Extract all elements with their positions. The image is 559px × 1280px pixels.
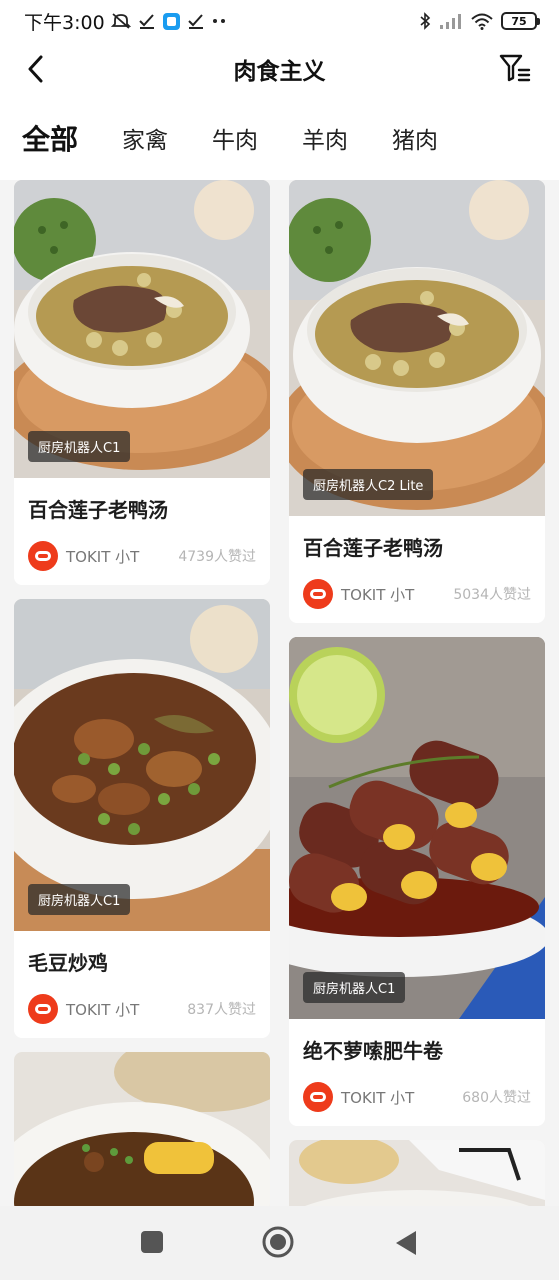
battery-indicator: 75 (501, 12, 540, 30)
tab-poultry[interactable]: 家禽 (122, 121, 168, 155)
home-button[interactable] (262, 1226, 294, 1262)
recipe-meta: TOKIT 小T 5034人赞过 (303, 579, 531, 609)
author-name: TOKIT 小T (341, 585, 415, 604)
like-count: 837人赞过 (187, 1002, 256, 1018)
author-name: TOKIT 小T (66, 1000, 140, 1019)
signal-icon (440, 14, 461, 29)
tab-beef[interactable]: 牛肉 (212, 121, 258, 155)
screen: 下午3:00 75 肉食主义 全部 家禽 牛肉 羊肉 猪肉 厨房机器人C1 百合… (0, 0, 559, 1280)
recipe-title: 百合莲子老鸭汤 (303, 536, 443, 560)
device-badge: 厨房机器人C1 (28, 884, 131, 915)
author-avatar (303, 579, 333, 609)
recipe-image: 厨房机器人C1 (14, 599, 270, 931)
bluetooth-icon (420, 12, 431, 30)
author-name: TOKIT 小T (66, 547, 140, 566)
recent-apps-button[interactable] (140, 1230, 164, 1258)
mute-icon (110, 13, 131, 29)
tab-all[interactable]: 全部 (22, 118, 78, 158)
status-notification-icons (110, 12, 228, 30)
feed-column-left: 厨房机器人C1 百合莲子老鸭汤 TOKIT 小T 4739人赞过 厨房机器人C1… (14, 180, 270, 1206)
status-bar: 下午3:00 75 (0, 0, 559, 42)
recipe-card[interactable]: 厨房机器人C2 Lite 百合莲子老鸭汤 TOKIT 小T 5034人赞过 (289, 180, 545, 623)
device-badge: 厨房机器人C1 (303, 972, 406, 1003)
author-avatar (28, 994, 58, 1024)
top-app-bar: 肉食主义 (0, 42, 559, 96)
more-dots-icon (212, 19, 225, 23)
like-count: 5034人赞过 (453, 587, 531, 603)
square-icon (141, 1231, 163, 1253)
recipe-title: 毛豆炒鸡 (28, 951, 108, 975)
back-button[interactable] (20, 54, 50, 84)
author-avatar (28, 541, 58, 571)
chevron-left-icon (28, 55, 43, 83)
recipe-title: 绝不萝嗦肥牛卷 (303, 1039, 443, 1063)
recipe-title: 百合莲子老鸭汤 (28, 498, 168, 522)
page-title: 肉食主义 (233, 59, 326, 85)
tab-pork[interactable]: 猪肉 (392, 121, 438, 155)
check-icon (138, 14, 154, 29)
app-notification-icon (162, 12, 180, 30)
recipe-card[interactable]: 厨房机器人C1 毛豆炒鸡 TOKIT 小T 837人赞过 (14, 599, 270, 1038)
device-badge: 厨房机器人C2 Lite (303, 469, 434, 500)
author-name: TOKIT 小T (341, 1088, 415, 1107)
recipe-meta: TOKIT 小T 4739人赞过 (28, 541, 256, 571)
recipe-card-body: 百合莲子老鸭汤 TOKIT 小T 4739人赞过 (14, 478, 270, 585)
author-avatar (303, 1082, 333, 1112)
recipe-meta: TOKIT 小T 837人赞过 (28, 994, 256, 1024)
filter-button[interactable] (499, 52, 531, 84)
check-icon (187, 14, 203, 29)
circle-icon (262, 1226, 294, 1258)
recipe-image: 厨房机器人C1 (289, 637, 545, 1019)
recipe-image (289, 1140, 545, 1206)
recipe-card[interactable]: 厨房机器人C1 百合莲子老鸭汤 TOKIT 小T 4739人赞过 (14, 180, 270, 585)
wifi-icon (471, 13, 493, 30)
recipe-card-body: 毛豆炒鸡 TOKIT 小T 837人赞过 (14, 931, 270, 1038)
tab-lamb[interactable]: 羊肉 (302, 121, 348, 155)
status-time: 下午3:00 (24, 11, 105, 34)
recipe-image: 厨房机器人C1 (14, 180, 270, 478)
recipe-card[interactable] (289, 1140, 545, 1206)
recipe-feed[interactable]: 厨房机器人C1 百合莲子老鸭汤 TOKIT 小T 4739人赞过 厨房机器人C1… (0, 180, 559, 1206)
recipe-image: 厨房机器人C2 Lite (289, 180, 545, 516)
recipe-card-body: 百合莲子老鸭汤 TOKIT 小T 5034人赞过 (289, 516, 545, 623)
feed-column-right: 厨房机器人C2 Lite 百合莲子老鸭汤 TOKIT 小T 5034人赞过 厨房… (289, 180, 545, 1206)
recipe-card-body: 绝不萝嗦肥牛卷 TOKIT 小T 680人赞过 (289, 1019, 545, 1126)
recipe-card[interactable] (14, 1052, 270, 1206)
system-navigation-bar (0, 1206, 559, 1280)
recipe-card[interactable]: 厨房机器人C1 绝不萝嗦肥牛卷 TOKIT 小T 680人赞过 (289, 637, 545, 1126)
status-system-icons: 75 (419, 12, 540, 30)
filter-icon (499, 54, 531, 82)
recipe-meta: TOKIT 小T 680人赞过 (303, 1082, 531, 1112)
device-badge: 厨房机器人C1 (28, 431, 131, 462)
recipe-image (14, 1052, 270, 1206)
category-tabs: 全部 家禽 牛肉 羊肉 猪肉 (0, 96, 559, 180)
like-count: 680人赞过 (462, 1090, 531, 1106)
like-count: 4739人赞过 (178, 549, 256, 565)
system-back-button[interactable] (394, 1230, 418, 1260)
triangle-back-icon (396, 1231, 416, 1255)
